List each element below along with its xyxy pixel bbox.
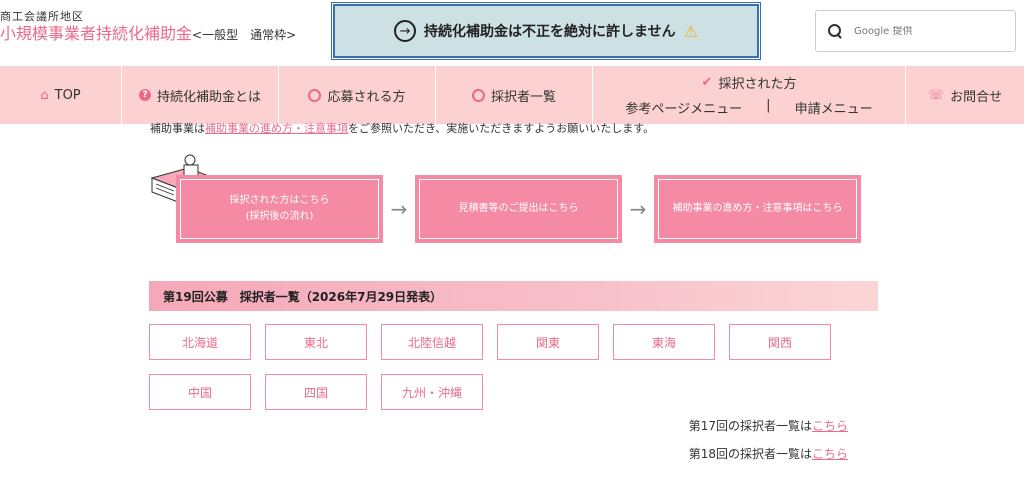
past-round-18: 第18回の採択者一覧はこちら	[689, 445, 848, 462]
global-nav: ⌂ TOP ? 持続化補助金とは 応募される方 採択者一覧 ✔ 採択された方 参…	[0, 66, 1024, 124]
nav-label-adopted-list: 採択者一覧	[490, 89, 556, 105]
region-button-shikoku[interactable]: 四国	[265, 374, 367, 410]
home-icon: ⌂	[40, 87, 49, 103]
region-button-kyushu-okinawa[interactable]: 九州・沖縄	[381, 374, 483, 410]
region-button-kansai[interactable]: 関西	[729, 324, 831, 360]
region-button-tohoku[interactable]: 東北	[265, 324, 367, 360]
nav-label-about: 持続化補助金とは	[156, 89, 261, 105]
region-button-tokai[interactable]: 東海	[613, 324, 715, 360]
brand-title: 小規模事業者持続化補助金<一般型 通常枠>	[0, 23, 296, 46]
flow-label-line1: 採択された方はこちら	[229, 195, 330, 206]
flow-label-line2: (採択後の流れ)	[245, 211, 314, 222]
region-button-hokkaido[interactable]: 北海道	[149, 324, 251, 360]
flow-button-adopted[interactable]: 採択された方はこちら (採択後の流れ)	[176, 175, 383, 243]
question-icon: ?	[138, 89, 151, 101]
nav-label-top: TOP	[54, 87, 81, 103]
flow-label-line1: 見積書等のご提出はこちら	[458, 203, 579, 214]
region-grid: 北海道 東北 北陸信越 関東 東海 関西 中国 四国 九州・沖縄	[149, 324, 849, 410]
nav-item-top[interactable]: ⌂ TOP	[0, 66, 122, 124]
section-title: 第19回公募 採択者一覧（2026年7月29日発表）	[149, 281, 878, 311]
past-round-18-link[interactable]: こちら	[812, 447, 848, 461]
nav-ref-menu[interactable]: 参考ページメニュー	[625, 98, 742, 117]
brand-title-part3: <一般型 通常枠>	[192, 28, 297, 42]
nav-apply-menu[interactable]: 申請メニュー	[795, 98, 873, 117]
nav-label-contact: お問合せ	[950, 89, 1003, 105]
fraud-notice-banner[interactable]: → 持続化補助金は不正を絶対に許しません ⚠	[331, 2, 761, 60]
flow-button-quotation[interactable]: 見積書等のご提出はこちら	[415, 175, 622, 243]
arrow-right-icon: →	[629, 197, 647, 221]
flow-buttons: 採択された方はこちら (採択後の流れ) → 見積書等のご提出はこちら → 補助事…	[176, 175, 861, 243]
flow-label-line1: 補助事業の進め方・注意事項はこちら	[672, 203, 843, 214]
region-button-kanto[interactable]: 関東	[497, 324, 599, 360]
phone-icon: ☏	[927, 87, 945, 103]
brand-title-part1: 小規模事業者	[0, 24, 97, 43]
intro-text: 補助事業は補助事業の進め方・注意事項をご参照いただき、実施いただきますようお願い…	[150, 120, 654, 136]
past-round-17-link[interactable]: こちら	[812, 419, 848, 433]
past-round-17: 第17回の採択者一覧はこちら	[689, 417, 848, 434]
past-round-18-text: 第18回の採択者一覧は	[688, 447, 812, 461]
arrow-right-icon: →	[390, 197, 408, 221]
intro-pre: 補助事業は	[150, 122, 205, 135]
user-check-icon: ✔	[701, 75, 713, 90]
brand-title-part2: 持続化補助金	[96, 24, 193, 43]
brand-subtitle: 商工会議所地区	[0, 10, 84, 23]
arrow-right-icon: →	[394, 20, 417, 42]
nav-label-applicants: 応募される方	[327, 89, 406, 105]
site-search[interactable]	[815, 10, 1016, 52]
past-round-17-text: 第17回の採択者一覧は	[688, 419, 812, 433]
flow-button-guidelines[interactable]: 補助事業の進め方・注意事項はこちら	[654, 175, 861, 243]
nav-item-about[interactable]: ? 持続化補助金とは	[122, 66, 279, 124]
nav-item-applicants[interactable]: 応募される方	[279, 66, 436, 124]
search-icon[interactable]	[828, 24, 842, 38]
nav-item-contact[interactable]: ☏ お問合せ	[906, 66, 1024, 124]
nav-menu-divider: |	[766, 98, 771, 113]
nav-item-adopted[interactable]: ✔ 採択された方 参考ページメニュー | 申請メニュー	[593, 66, 906, 124]
site-logo[interactable]: 商工会議所地区 小規模事業者持続化補助金<一般型 通常枠>	[0, 10, 296, 46]
intro-link[interactable]: 補助事業の進め方・注意事項	[205, 122, 348, 135]
user-circle-icon	[308, 88, 322, 102]
region-button-hokuriku-shinetsu[interactable]: 北陸信越	[381, 324, 483, 360]
nav-item-adopted-list[interactable]: 採択者一覧	[436, 66, 593, 124]
warning-icon: ⚠	[683, 21, 698, 41]
region-button-chugoku[interactable]: 中国	[149, 374, 251, 410]
intro-post: をご参照いただき、実施いただきますようお願いいたします。	[348, 122, 655, 135]
user-circle-icon	[471, 88, 485, 102]
notice-text: 持続化補助金は不正を絶対に許しません	[424, 24, 676, 40]
search-input[interactable]	[854, 25, 994, 37]
nav-label-adopted: 採択された方	[718, 77, 797, 92]
